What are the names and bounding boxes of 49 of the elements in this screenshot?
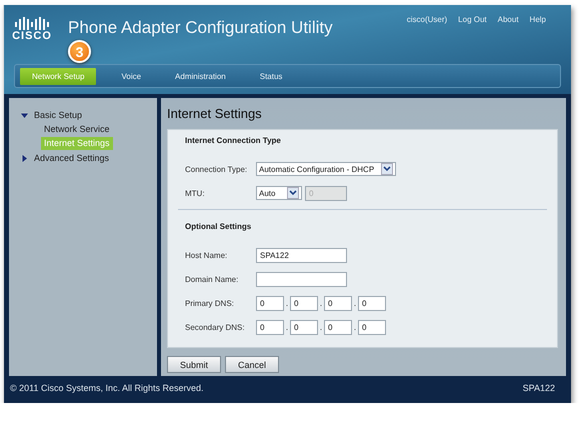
- ip-octet-field[interactable]: 0: [290, 320, 318, 334]
- field-label: Primary DNS:: [185, 298, 235, 308]
- header-link[interactable]: Help: [530, 15, 546, 24]
- caret-icon: [287, 187, 299, 199]
- caret-icon: [381, 163, 393, 175]
- app-title: Phone Adapter Configuration Utility: [68, 18, 333, 38]
- ip-dot: .: [284, 322, 290, 332]
- section-title: Optional Settings: [185, 222, 252, 231]
- ip-octet-field[interactable]: 0: [324, 296, 352, 310]
- text-field[interactable]: [256, 272, 347, 286]
- ip-dot: .: [352, 322, 358, 332]
- sidebar-item[interactable]: Advanced Settings: [34, 153, 110, 163]
- logo-text: CISCO: [12, 30, 52, 42]
- form-button[interactable]: Cancel: [225, 356, 279, 373]
- logo-bars-icon: [15, 17, 49, 30]
- field-label: Connection Type:: [185, 164, 248, 174]
- nav-tab[interactable]: Status: [246, 68, 296, 84]
- sidebar-subitem[interactable]: Network Service: [41, 123, 113, 136]
- section-title: Internet Connection Type: [185, 136, 282, 145]
- ip-dot: .: [318, 298, 324, 308]
- dropdown[interactable]: Auto: [256, 186, 302, 200]
- header-link[interactable]: Log Out: [458, 15, 487, 24]
- copyright-text: © 2011 Cisco Systems, Inc. All Rights Reserved.: [10, 383, 204, 393]
- sidebar-item[interactable]: Basic Setup: [34, 110, 82, 120]
- ip-octet-field[interactable]: 0: [358, 320, 386, 334]
- field-label: Secondary DNS:: [185, 322, 246, 332]
- ip-octet-field[interactable]: 0: [256, 320, 284, 334]
- nav-tab[interactable]: Voice: [108, 68, 154, 84]
- page-title: Internet Settings: [167, 106, 263, 121]
- ip-octet-field[interactable]: 0: [358, 296, 386, 310]
- field-label: Domain Name:: [185, 274, 240, 284]
- model-name: SPA122: [522, 383, 555, 393]
- field-label: Host Name:: [185, 250, 228, 260]
- ip-octet-field[interactable]: 0: [324, 320, 352, 334]
- collapsed-arrow-icon[interactable]: [21, 154, 28, 162]
- ip-octet-field[interactable]: 0: [256, 296, 284, 310]
- text-field[interactable]: SPA122: [256, 248, 347, 262]
- ip-octet-field[interactable]: 0: [290, 296, 318, 310]
- ip-dot: .: [352, 298, 358, 308]
- dropdown[interactable]: Automatic Configuration - DHCP: [256, 162, 396, 176]
- ip-dot: .: [318, 322, 324, 332]
- step-badge: 3: [68, 40, 91, 63]
- field-label: MTU:: [185, 188, 206, 198]
- form-button[interactable]: Submit: [167, 356, 221, 373]
- nav-tab[interactable]: Administration: [162, 68, 239, 84]
- header-link[interactable]: About: [498, 15, 519, 24]
- expanded-arrow-icon[interactable]: [21, 112, 28, 118]
- ip-dot: .: [284, 298, 290, 308]
- user-name[interactable]: cisco(User): [406, 15, 448, 24]
